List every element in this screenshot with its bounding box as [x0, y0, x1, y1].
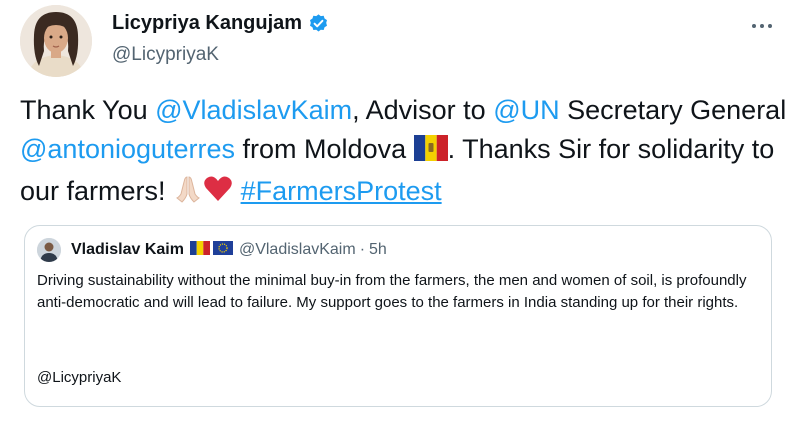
quoted-author-flags	[189, 240, 233, 260]
quoted-author-handle[interactable]: @VladislavKaim	[239, 241, 356, 259]
hashtag-farmersprotest-link[interactable]: #FarmersProtest	[241, 176, 442, 206]
quoted-tweet-header: Vladislav Kaim @VladislavKaim · 5h	[37, 238, 387, 262]
red-heart-icon	[203, 174, 233, 215]
quoted-author-avatar	[37, 238, 61, 262]
mention-vladislavkaim-link[interactable]: @VladislavKaim	[155, 95, 352, 125]
author-display-name[interactable]: Licypriya Kangujam	[112, 12, 302, 35]
quoted-timestamp[interactable]: 5h	[369, 241, 387, 259]
quoted-mention-line[interactable]: @LicypriyaK	[37, 369, 121, 386]
author-avatar[interactable]	[20, 5, 92, 77]
moldova-flag-icon	[189, 240, 210, 260]
tweet-text-part: from Moldova	[235, 134, 414, 164]
author-name-row: Licypriya Kangujam	[112, 12, 329, 35]
author-handle[interactable]: @LicypriyaK	[112, 44, 219, 66]
quoted-tweet-text: Driving sustainability without the minim…	[37, 272, 747, 311]
quoted-author-name[interactable]: Vladislav Kaim	[71, 241, 184, 259]
folded-hands-icon	[173, 174, 203, 215]
moldova-flag-icon	[413, 133, 448, 172]
quoted-tweet[interactable]: Vladislav Kaim @VladislavKaim · 5h Drivi…	[24, 225, 772, 407]
avatar-portrait-icon	[20, 5, 92, 77]
more-options-icon[interactable]	[740, 8, 784, 44]
quoted-separator: ·	[359, 241, 366, 258]
mention-un-link[interactable]: @UN	[493, 95, 559, 125]
tweet-text: Thank You @VladislavKaim, Advisor to @UN…	[20, 91, 795, 215]
tweet-card: Licypriya Kangujam @LicypriyaK Thank You…	[0, 0, 800, 423]
tweet-text-part	[233, 176, 241, 206]
tweet-text-part: Thank You	[20, 95, 156, 125]
verified-badge-icon	[308, 13, 329, 34]
mention-antonioguterres-link[interactable]: @antonioguterres	[20, 134, 235, 164]
eu-flag-icon	[212, 240, 233, 260]
tweet-text-part: Secretary General	[559, 95, 787, 125]
tweet-text-part: , Advisor to	[352, 95, 494, 125]
